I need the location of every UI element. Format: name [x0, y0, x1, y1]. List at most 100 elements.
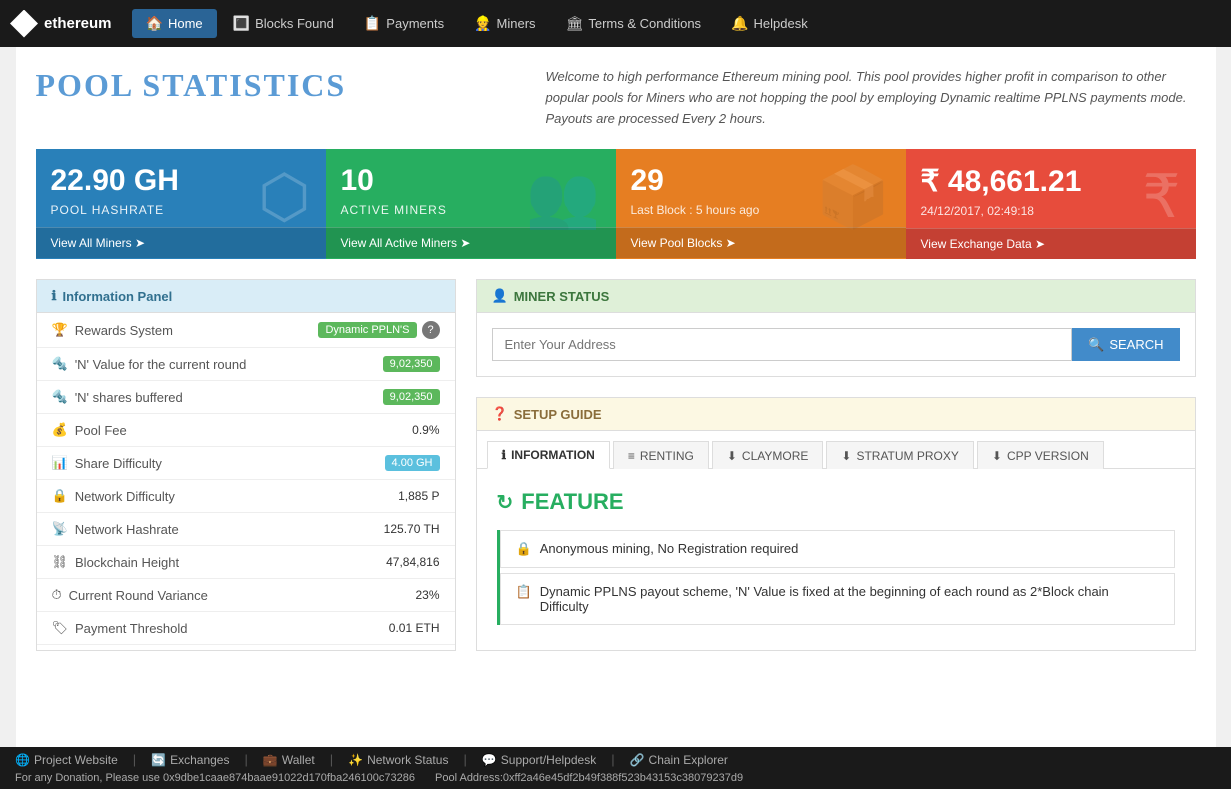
stat-icon: 👥 — [526, 162, 601, 233]
info-label: 📊 Share Difficulty — [52, 455, 162, 471]
nav-label: Home — [168, 16, 203, 31]
info-label: 🏆 Rewards System — [52, 322, 173, 338]
row-icon: 🔩 — [52, 389, 68, 405]
info-value: 23% — [415, 588, 439, 602]
info-row: ⛓ Blockchain Height 47,84,816 — [37, 546, 455, 579]
row-label-text: Payment Threshold — [75, 621, 188, 636]
nav-item-home[interactable]: 🏠Home — [132, 9, 217, 38]
setup-tab-cpp-version[interactable]: ⬇CPP VERSION — [977, 441, 1104, 469]
bottom-link-network-status[interactable]: ✨Network Status — [348, 753, 448, 767]
info-value-wrap: 0.01 ETH — [389, 621, 440, 635]
bottom-link-icon: ✨ — [348, 753, 363, 767]
feature-title: ↻ FEATURE — [497, 489, 1175, 515]
info-label: ⛓ Blockchain Height — [52, 554, 180, 570]
info-value-wrap: 23% — [415, 588, 439, 602]
bottom-link-icon: 🌐 — [15, 753, 30, 767]
tab-icon: ⬇ — [992, 449, 1002, 463]
row-icon: 💰 — [52, 422, 68, 438]
info-value: 47,84,816 — [386, 555, 439, 569]
stat-card-1: 10 ACTIVE MINERS 👥 View All Active Miner… — [326, 149, 616, 259]
info-row: 📡 Network Hashrate 125.70 TH — [37, 513, 455, 546]
feature-item-icon: 🔒 — [516, 541, 532, 557]
logo-text: ethereum — [44, 15, 112, 32]
bottom-link-support/helpdesk[interactable]: 💬 Support/Helpdesk — [482, 753, 596, 767]
info-label: 🏷 Payment Threshold — [52, 620, 188, 636]
info-row: 📊 Share Difficulty 4.00 GH — [37, 447, 455, 480]
nav-icon: 📋 — [364, 15, 381, 32]
info-value-wrap: 9,02,350 — [383, 389, 440, 405]
nav-item-terms-&-conditions[interactable]: 🏛Terms & Conditions — [552, 9, 716, 38]
stat-icon: ₹ — [1142, 162, 1180, 232]
bottom-links: 🌐 Project Website | 🔄Exchanges | 💼 Wallet | ✨Net… — [15, 752, 728, 767]
info-panel-header: ℹ Information Panel — [37, 280, 455, 313]
stat-card-3: ₹ 48,661.21 24/12/2017, 02:49:18 ₹ View … — [906, 149, 1196, 259]
nav-item-miners[interactable]: 👷Miners — [460, 9, 549, 38]
setup-tab-stratum-proxy[interactable]: ⬇STRATUM PROXY — [826, 441, 974, 469]
row-label-text: Network Difficulty — [75, 489, 175, 504]
separator: | — [330, 752, 333, 767]
tab-icon: ⬇ — [727, 449, 737, 463]
feature-item-text: Anonymous mining, No Registration requir… — [540, 541, 799, 556]
row-label-text: Network Hashrate — [75, 522, 179, 537]
search-icon: 🔍 — [1088, 337, 1104, 353]
row-label-text: Rewards System — [75, 323, 173, 338]
feature-icon: ↻ — [497, 490, 514, 515]
feature-item-text: Dynamic PPLNS payout scheme, 'N' Value i… — [540, 584, 1159, 614]
bottom-link-wallet[interactable]: 💼 Wallet — [263, 753, 315, 767]
feature-list: 🔒 Anonymous mining, No Registration requi… — [497, 530, 1175, 625]
feature-item: 🔒 Anonymous mining, No Registration requi… — [500, 530, 1175, 568]
info-label: 🔒 Network Difficulty — [52, 488, 175, 504]
setup-tabs: ℹINFORMATION≡RENTING⬇CLAYMORE⬇STRATUM PR… — [477, 431, 1195, 469]
row-label-text: Blockchain Height — [75, 555, 179, 570]
bottom-link-project-website[interactable]: 🌐 Project Website — [15, 753, 118, 767]
tab-label: INFORMATION — [511, 448, 595, 462]
row-icon: 🏆 — [52, 322, 68, 338]
bottom-link-label: Support/Helpdesk — [501, 753, 596, 767]
nav-item-payments[interactable]: 📋Payments — [350, 9, 458, 38]
miner-status-header: 👤 MINER STATUS — [477, 280, 1195, 313]
info-value-wrap: 47,84,816 — [386, 555, 439, 569]
stat-icon: 📦 — [816, 162, 891, 233]
feature-item-icon: 📋 — [516, 584, 532, 600]
feature-item: 📋 Dynamic PPLNS payout scheme, 'N' Value … — [500, 573, 1175, 625]
info-row: 🔩 'N' shares buffered 9,02,350 — [37, 381, 455, 414]
setup-icon: ❓ — [492, 406, 508, 422]
logo: ethereum — [10, 10, 112, 38]
bottom-link-exchanges[interactable]: 🔄Exchanges — [151, 753, 229, 767]
nav-item-blocks-found[interactable]: 🔳Blocks Found — [219, 9, 348, 38]
header-row: POOL STATISTICS Welcome to high performa… — [36, 67, 1196, 129]
info-row: 🔒 Network Difficulty 1,885 P — [37, 480, 455, 513]
row-icon: ⏱ — [52, 587, 62, 603]
nav-item-helpdesk[interactable]: 🔔Helpdesk — [717, 9, 822, 38]
info-row: 🔩 'N' Value for the current round 9,02,3… — [37, 348, 455, 381]
setup-guide-panel: ❓ SETUP GUIDE ℹINFORMATION≡RENTING⬇CLAYM… — [476, 397, 1196, 651]
setup-tab-claymore[interactable]: ⬇CLAYMORE — [712, 441, 824, 469]
stat-link[interactable]: View Exchange Data ➤ — [906, 228, 1196, 259]
info-badge: 9,02,350 — [383, 356, 440, 372]
miner-status-panel: 👤 MINER STATUS 🔍 SEARCH — [476, 279, 1196, 377]
main-content: POOL STATISTICS Welcome to high performa… — [16, 47, 1216, 747]
address-input[interactable] — [492, 328, 1073, 361]
info-panel-title: Information Panel — [62, 289, 172, 304]
info-icon: ℹ — [52, 288, 57, 304]
bottom-link-icon: 💼 — [263, 753, 278, 767]
info-value-wrap: 0.9% — [412, 423, 439, 437]
navbar: ethereum 🏠Home🔳Blocks Found📋Payments👷Min… — [0, 0, 1231, 47]
bottom-link-label: Wallet — [282, 753, 315, 767]
nav-label: Helpdesk — [754, 16, 808, 31]
search-button[interactable]: 🔍 SEARCH — [1072, 328, 1179, 361]
stat-cards: 22.90 GH POOL HASHRATE ⬡ View All Miners… — [36, 149, 1196, 259]
bottom-link-chain-explorer[interactable]: 🔗Chain Explorer — [630, 753, 728, 767]
setup-tab-information[interactable]: ℹINFORMATION — [487, 441, 610, 469]
info-value-wrap: Dynamic PPLN'S ? — [318, 321, 439, 339]
separator: | — [611, 752, 614, 767]
separator: | — [244, 752, 247, 767]
info-row: ⏱ Current Round Variance 23% — [37, 579, 455, 612]
help-button[interactable]: ? — [422, 321, 440, 339]
row-label-text: Current Round Variance — [69, 588, 208, 603]
bottom-link-icon: 🔗 — [630, 753, 645, 767]
bottom-bar: 🌐 Project Website | 🔄Exchanges | 💼 Wallet | ✨Net… — [0, 747, 1231, 789]
setup-tab-renting[interactable]: ≡RENTING — [613, 441, 709, 469]
bottom-link-icon: 💬 — [482, 753, 497, 767]
bottom-link-label: Project Website — [34, 753, 118, 767]
